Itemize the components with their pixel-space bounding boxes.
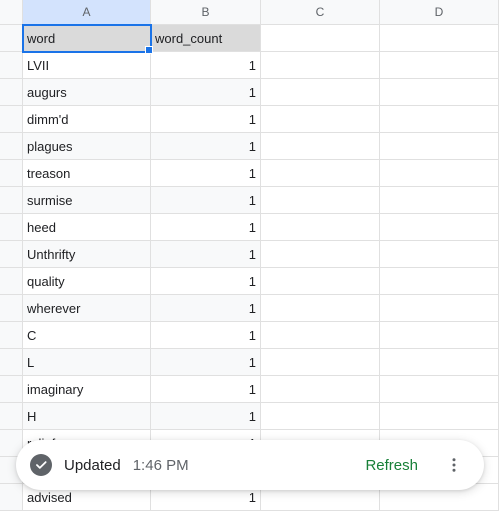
cell[interactable]: [380, 214, 499, 241]
row-header[interactable]: [0, 268, 23, 295]
cell[interactable]: [261, 214, 380, 241]
more-options-button[interactable]: [438, 449, 470, 481]
col-header-b[interactable]: B: [151, 0, 261, 25]
cell-d1[interactable]: [380, 25, 499, 52]
cell[interactable]: [261, 106, 380, 133]
cell[interactable]: [380, 241, 499, 268]
cell[interactable]: wherever: [23, 295, 151, 322]
cell[interactable]: [261, 160, 380, 187]
row-header[interactable]: [0, 484, 23, 511]
cell[interactable]: 1: [151, 79, 261, 106]
cell[interactable]: [261, 241, 380, 268]
cell[interactable]: 1: [151, 214, 261, 241]
cell[interactable]: [380, 295, 499, 322]
cell[interactable]: 1: [151, 241, 261, 268]
cell[interactable]: treason: [23, 160, 151, 187]
cell[interactable]: [261, 295, 380, 322]
row-header[interactable]: [0, 187, 23, 214]
cell[interactable]: H: [23, 403, 151, 430]
toast-time: 1:46 PM: [133, 457, 189, 474]
cell[interactable]: 1: [151, 133, 261, 160]
cell[interactable]: dimm'd: [23, 106, 151, 133]
row-header[interactable]: [0, 322, 23, 349]
cell[interactable]: 1: [151, 376, 261, 403]
cell[interactable]: 1: [151, 322, 261, 349]
cell[interactable]: [380, 376, 499, 403]
cell[interactable]: 1: [151, 52, 261, 79]
more-vert-icon: [445, 456, 463, 474]
cell[interactable]: surmise: [23, 187, 151, 214]
row-header[interactable]: [0, 349, 23, 376]
row-header[interactable]: [0, 79, 23, 106]
refresh-button[interactable]: Refresh: [365, 457, 418, 474]
row-header[interactable]: [0, 214, 23, 241]
cell[interactable]: 1: [151, 403, 261, 430]
cell[interactable]: [380, 322, 499, 349]
row-header[interactable]: [0, 25, 23, 52]
cell[interactable]: [380, 268, 499, 295]
cell[interactable]: [261, 376, 380, 403]
cell[interactable]: [380, 403, 499, 430]
cell[interactable]: Unthrifty: [23, 241, 151, 268]
row-header[interactable]: [0, 160, 23, 187]
cell[interactable]: 1: [151, 349, 261, 376]
cell[interactable]: [380, 106, 499, 133]
cell[interactable]: heed: [23, 214, 151, 241]
cell[interactable]: augurs: [23, 79, 151, 106]
cell[interactable]: [261, 268, 380, 295]
cell[interactable]: plagues: [23, 133, 151, 160]
cell[interactable]: LVII: [23, 52, 151, 79]
cell[interactable]: 1: [151, 268, 261, 295]
row-header[interactable]: [0, 106, 23, 133]
cell[interactable]: 1: [151, 295, 261, 322]
cell[interactable]: quality: [23, 268, 151, 295]
cell[interactable]: [380, 133, 499, 160]
cell[interactable]: L: [23, 349, 151, 376]
cell[interactable]: 1: [151, 187, 261, 214]
toast-status: Updated: [64, 457, 121, 474]
row-header[interactable]: [0, 52, 23, 79]
row-header[interactable]: [0, 295, 23, 322]
row-header[interactable]: [0, 403, 23, 430]
cell[interactable]: [380, 79, 499, 106]
update-toast: Updated 1:46 PM Refresh: [16, 440, 484, 490]
cell-c1[interactable]: [261, 25, 380, 52]
cell[interactable]: [380, 187, 499, 214]
cell-a1[interactable]: word: [23, 25, 151, 52]
check-icon: [30, 454, 52, 476]
cell[interactable]: 1: [151, 106, 261, 133]
cell-b1[interactable]: word_count: [151, 25, 261, 52]
col-header-d[interactable]: D: [380, 0, 499, 25]
cell[interactable]: 1: [151, 160, 261, 187]
cell[interactable]: [261, 133, 380, 160]
cell[interactable]: [380, 52, 499, 79]
row-header[interactable]: [0, 133, 23, 160]
cell[interactable]: C: [23, 322, 151, 349]
cell[interactable]: [261, 322, 380, 349]
cell[interactable]: [261, 403, 380, 430]
cell[interactable]: [261, 349, 380, 376]
cell[interactable]: [261, 52, 380, 79]
col-header-a[interactable]: A: [23, 0, 151, 25]
spreadsheet-grid[interactable]: A B C D word word_count LVII 1 augurs 1 …: [0, 0, 500, 511]
row-header[interactable]: [0, 241, 23, 268]
cell[interactable]: [380, 349, 499, 376]
cell[interactable]: [380, 160, 499, 187]
cell[interactable]: imaginary: [23, 376, 151, 403]
row-header[interactable]: [0, 376, 23, 403]
select-all-corner[interactable]: [0, 0, 23, 25]
cell[interactable]: [261, 79, 380, 106]
col-header-c[interactable]: C: [261, 0, 380, 25]
cell[interactable]: [261, 187, 380, 214]
